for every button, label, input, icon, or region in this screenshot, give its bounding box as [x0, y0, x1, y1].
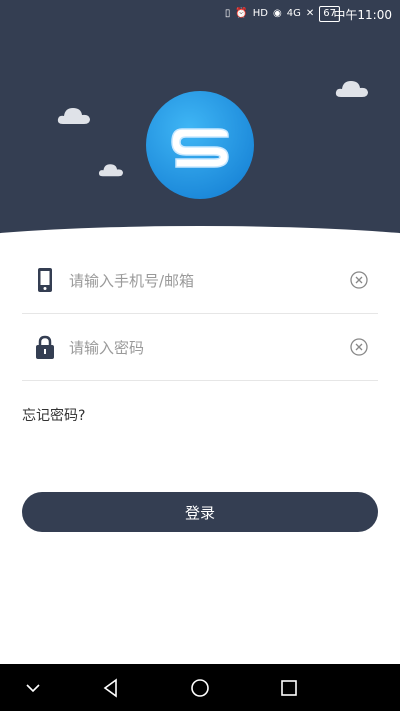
account-input[interactable]	[67, 265, 341, 297]
cloud-icon	[335, 81, 368, 97]
login-button[interactable]: 登录	[22, 492, 378, 532]
password-field	[22, 314, 378, 381]
clear-icon[interactable]	[350, 271, 368, 289]
clock: 中午11:00	[333, 8, 392, 22]
alarm-icon: ⏰	[235, 8, 248, 19]
navigation-bar	[0, 664, 400, 711]
cloud-icon	[57, 108, 90, 124]
account-field	[22, 247, 378, 314]
home-icon[interactable]	[189, 677, 211, 699]
signal-icon: 4G	[286, 8, 301, 19]
cloud-icon	[98, 164, 123, 177]
forgot-password-link[interactable]: 忘记密码?	[22, 405, 85, 425]
back-icon[interactable]	[100, 677, 122, 699]
chevron-down-icon[interactable]	[22, 677, 44, 699]
hd-icon: HD	[252, 8, 269, 19]
recents-icon[interactable]	[278, 677, 300, 699]
eye-icon: ◉	[273, 8, 282, 19]
no-signal-icon: ✕	[305, 8, 315, 19]
clear-icon[interactable]	[350, 338, 368, 356]
vibrate-icon: ▯	[224, 8, 231, 19]
phone-icon	[38, 268, 52, 292]
header-background	[0, 0, 400, 250]
app-logo	[146, 91, 254, 199]
lock-icon	[36, 335, 54, 359]
status-bar: ▯ ⏰ HD ◉ 4G ✕ 67 中午11:00	[0, 0, 400, 28]
password-input[interactable]	[67, 332, 341, 364]
